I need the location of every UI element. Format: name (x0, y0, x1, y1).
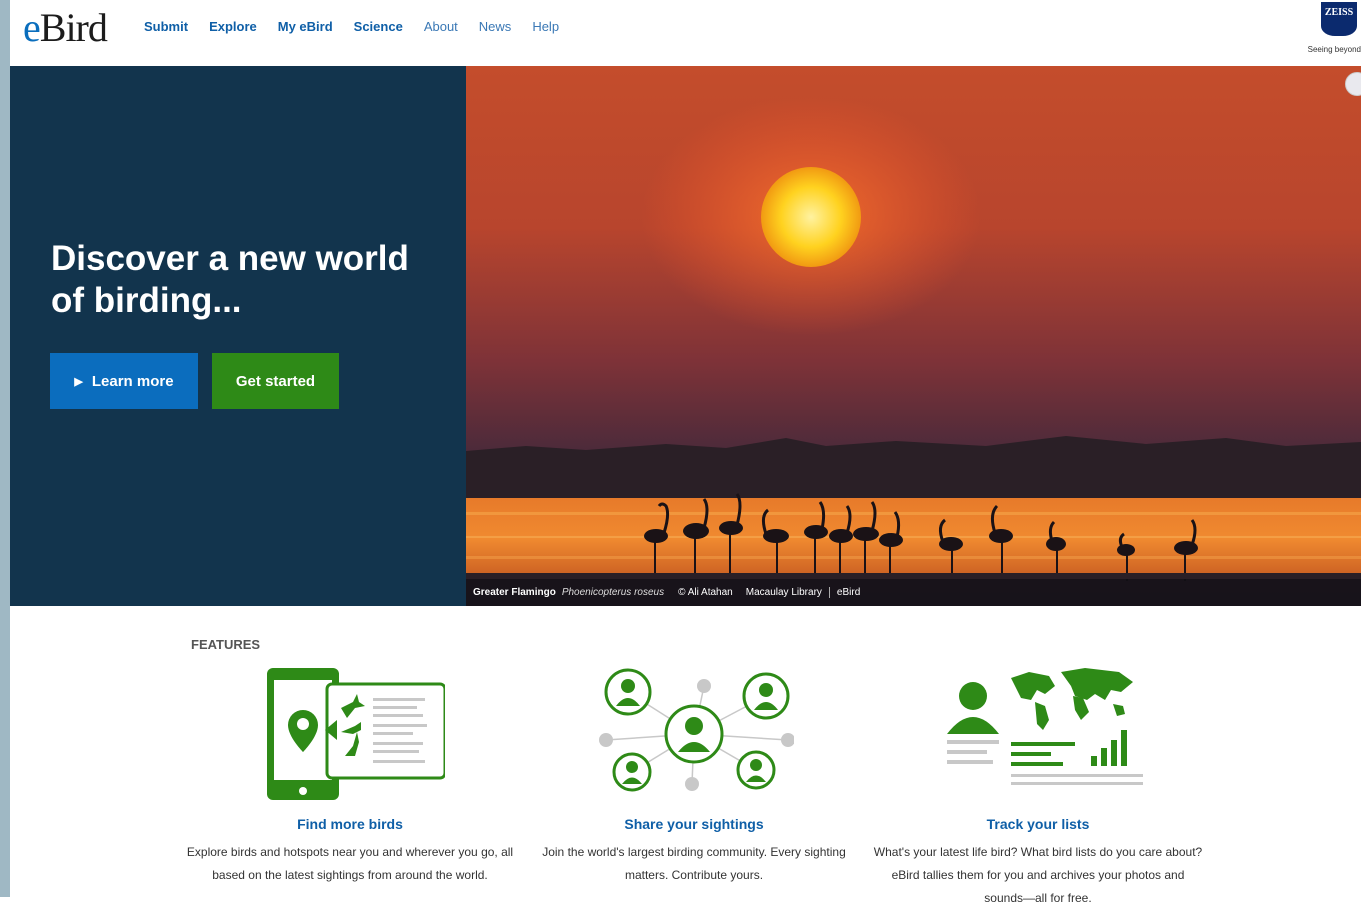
learn-more-button[interactable]: ▶ Learn more (50, 353, 198, 409)
feature-description: What's your latest life bird? What bird … (873, 845, 1203, 905)
feature-title[interactable]: Find more birds (185, 816, 515, 832)
feature-title[interactable]: Track your lists (873, 816, 1203, 832)
community-network-icon (599, 668, 794, 792)
features-heading: FEATURES (191, 637, 261, 652)
main-nav: Submit Explore My eBird Science About Ne… (144, 18, 580, 36)
sponsor-logo[interactable]: ZEISS Seeing beyond (1307, 2, 1361, 58)
get-started-button[interactable]: Get started (212, 353, 339, 409)
feature-track-lists: Track your lists What's your latest life… (873, 660, 1203, 905)
nav-news[interactable]: News (479, 18, 512, 36)
site-header: eBird Submit Explore My eBird Science Ab… (10, 0, 1361, 66)
world-map-stats-icon (947, 668, 1143, 785)
caption-library[interactable]: Macaulay Library (746, 587, 830, 598)
hero-panel: Discover a new world of birding... ▶ Lea… (10, 66, 466, 606)
nav-my-ebird[interactable]: My eBird (278, 18, 333, 36)
phone-map-birds-icon (267, 668, 445, 800)
feature-description: Join the world's largest birding communi… (542, 845, 846, 882)
photo-caption: Greater Flamingo Phoenicopterus roseus ©… (466, 579, 1361, 606)
play-icon: ▶ (74, 375, 83, 388)
sponsor-tagline: Seeing beyond (1307, 45, 1361, 54)
feature-title[interactable]: Share your sightings (529, 816, 859, 832)
caption-source[interactable]: eBird (837, 587, 860, 598)
feature-find-more-birds: Find more birds Explore birds and hotspo… (185, 660, 515, 882)
window-edge (0, 0, 10, 897)
caption-photographer[interactable]: © Ali Atahan (678, 587, 733, 598)
zeiss-badge: ZEISS (1321, 2, 1357, 36)
caption-common-name[interactable]: Greater Flamingo (473, 587, 556, 598)
caption-scientific-name: Phoenicopterus roseus (561, 587, 665, 598)
nav-science[interactable]: Science (354, 18, 403, 36)
learn-more-label: Learn more (91, 372, 174, 390)
nav-about[interactable]: About (424, 18, 458, 36)
sunset-flamingo-image (466, 66, 1361, 606)
nav-submit[interactable]: Submit (144, 18, 188, 36)
hero-title: Discover a new world of birding... (51, 239, 409, 320)
feature-description: Explore birds and hotspots near you and … (186, 845, 514, 882)
hero-photo: Greater Flamingo Phoenicopterus roseus ©… (466, 66, 1361, 606)
feature-share-sightings: Share your sightings Join the world's la… (529, 660, 859, 882)
nav-help[interactable]: Help (532, 18, 559, 36)
nav-explore[interactable]: Explore (209, 18, 257, 36)
ebird-logo[interactable]: eBird (23, 4, 108, 51)
